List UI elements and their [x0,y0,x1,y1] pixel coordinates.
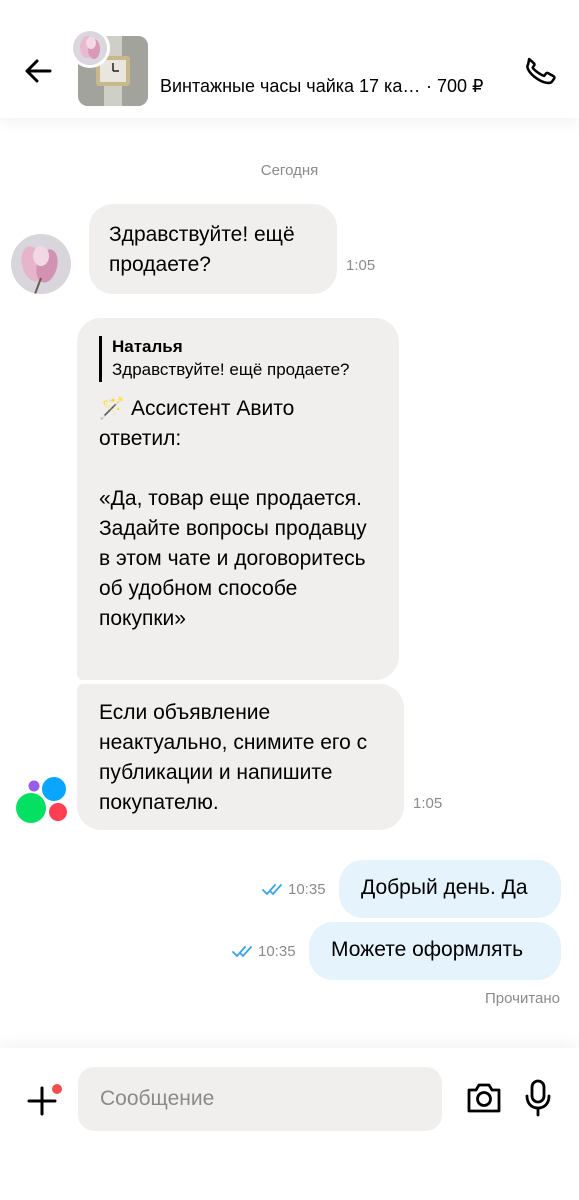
message-text: Если объявление неактуально, снимите его… [99,701,368,814]
phone-icon [526,57,556,85]
message-input[interactable] [78,1067,442,1131]
microphone-button[interactable] [522,1078,554,1118]
listing-price: 700 ₽ [437,76,484,96]
message-status-time: 10:35 [232,943,296,960]
message-text: 🪄 Ассистент Авито ответил: «Да, товар ещ… [99,397,367,630]
camera-button[interactable] [465,1080,503,1116]
message-text: Можете оформлять [331,938,524,961]
listing-title[interactable]: Винтажные часы чайка 17 камней [160,76,422,97]
call-button[interactable] [522,54,556,88]
double-check-icon [262,884,282,895]
camera-icon [467,1083,501,1113]
buyer-avatar[interactable] [11,234,71,294]
quoted-author: Наталья [112,337,183,356]
message-text: Добрый день. Да [361,876,528,899]
message-time: 10:35 [258,943,296,960]
quoted-reply[interactable]: Наталья Здравствуйте! ещё продаете? [99,336,377,382]
quoted-text: Здравствуйте! ещё продаете? [112,360,350,379]
message-time: 10:35 [288,881,326,898]
message-bubble-incoming[interactable]: Здравствуйте! ещё продаете? [89,204,337,294]
microphone-icon [525,1079,551,1117]
arrow-left-icon [25,59,52,83]
message-bubble-outgoing[interactable]: Добрый день. Да [339,860,561,918]
double-check-icon [232,946,252,957]
message-status-time: 10:35 [262,881,326,898]
message-time: 1:05 [413,795,443,812]
assistant-message-bubble[interactable]: Наталья Здравствуйте! ещё продаете? 🪄 Ас… [77,318,399,680]
seller-avatar-small [70,28,110,68]
avito-logo-icon [16,777,67,823]
title-price-separator: · [426,76,432,96]
chat-header: Винтажные часы чайка 17 камней · 700 ₽ [0,0,579,118]
message-time: 1:05 [346,257,376,274]
assistant-message-bubble[interactable]: Если объявление неактуально, снимите его… [77,684,404,830]
message-text: Здравствуйте! ещё продаете? [109,223,295,276]
back-button[interactable] [22,54,56,88]
message-bubble-outgoing[interactable]: Можете оформлять [309,922,561,980]
read-status: Прочитано [485,990,560,1007]
date-separator: Сегодня [260,162,319,179]
plus-icon [27,1084,62,1116]
attach-button[interactable] [26,1082,64,1120]
avito-assistant-avatar [14,774,70,826]
